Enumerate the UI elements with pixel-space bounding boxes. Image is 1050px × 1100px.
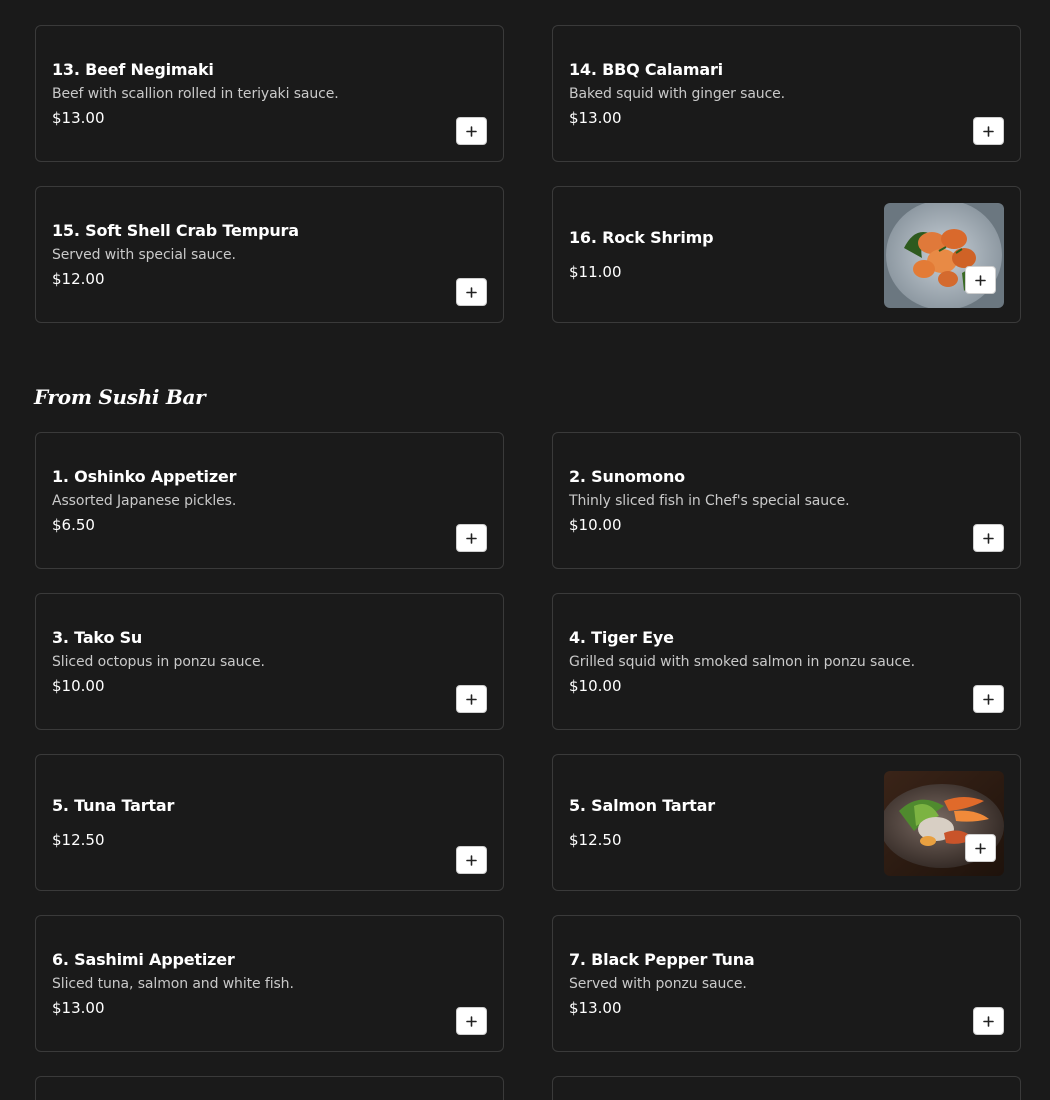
plus-icon (466, 1015, 477, 1027)
menu-item-card[interactable]: 2. Sunomono Thinly sliced fish in Chef's… (552, 432, 1021, 569)
menu-item-info: 6. Sashimi Appetizer Sliced tuna, salmon… (52, 916, 472, 1051)
plus-icon (466, 125, 477, 137)
menu-item-name: 13. Beef Negimaki (52, 59, 214, 79)
menu-item-price: $6.50 (52, 515, 95, 534)
plus-icon (983, 125, 994, 137)
plus-icon (983, 1015, 994, 1027)
menu-item-info: 2. Sunomono Thinly sliced fish in Chef's… (569, 433, 989, 568)
menu-item-description: Served with special sauce. (52, 246, 236, 263)
rock-shrimp-photo[interactable] (884, 203, 1004, 308)
plus-icon (466, 854, 477, 866)
menu-item-price: $12.00 (52, 269, 105, 288)
add-to-cart-button[interactable] (456, 1007, 487, 1035)
menu-item-info: 4. Tiger Eye Grilled squid with smoked s… (569, 594, 989, 729)
menu-item-price: $13.00 (569, 108, 622, 127)
menu-item-name: 7. Black Pepper Tuna (569, 949, 755, 969)
plus-icon (466, 286, 477, 298)
menu-item-description: Baked squid with ginger sauce. (569, 85, 786, 102)
section-title: From Sushi Bar (34, 385, 206, 409)
menu-item-info: 1. Oshinko Appetizer Assorted Japanese p… (52, 433, 472, 568)
menu-item-description: Assorted Japanese pickles. (52, 492, 237, 509)
plus-icon (983, 532, 994, 544)
menu-item-info: 5. Salmon Tartar $12.50 (569, 755, 869, 890)
menu-item-card[interactable]: 16. Rock Shrimp $11.00 (552, 186, 1021, 323)
menu-item-name: 3. Tako Su (52, 627, 143, 647)
menu-item-description: Sliced octopus in ponzu sauce. (52, 653, 265, 670)
menu-item-price: $13.00 (52, 108, 105, 127)
menu-item-info: 5. Tuna Tartar $12.50 (52, 755, 472, 890)
menu-item-card-partial[interactable] (552, 1076, 1021, 1100)
menu-item-card[interactable]: 5. Salmon Tartar $12.50 (552, 754, 1021, 891)
menu-item-name: 5. Tuna Tartar (52, 795, 175, 815)
menu-item-name: 16. Rock Shrimp (569, 227, 714, 247)
add-to-cart-button[interactable] (965, 266, 996, 294)
menu-item-card[interactable]: 13. Beef Negimaki Beef with scallion rol… (35, 25, 504, 162)
menu-item-card[interactable]: 14. BBQ Calamari Baked squid with ginger… (552, 25, 1021, 162)
add-to-cart-button[interactable] (456, 117, 487, 145)
menu-item-info: 13. Beef Negimaki Beef with scallion rol… (52, 26, 472, 161)
menu-item-description: Served with ponzu sauce. (569, 975, 747, 992)
plus-icon (466, 693, 477, 705)
menu-item-price: $10.00 (569, 676, 622, 695)
menu-item-description: Sliced tuna, salmon and white fish. (52, 975, 294, 992)
add-to-cart-button[interactable] (973, 1007, 1004, 1035)
plus-icon (983, 693, 994, 705)
menu-item-info: 14. BBQ Calamari Baked squid with ginger… (569, 26, 989, 161)
menu-item-price: $12.50 (569, 830, 622, 849)
menu-item-price: $10.00 (569, 515, 622, 534)
menu-item-card[interactable]: 15. Soft Shell Crab Tempura Served with … (35, 186, 504, 323)
plus-icon (466, 532, 477, 544)
add-to-cart-button[interactable] (965, 834, 996, 862)
menu-item-card[interactable]: 4. Tiger Eye Grilled squid with smoked s… (552, 593, 1021, 730)
plus-icon (975, 842, 986, 854)
add-to-cart-button[interactable] (973, 117, 1004, 145)
add-to-cart-button[interactable] (973, 685, 1004, 713)
plus-icon (975, 274, 986, 286)
menu-item-card[interactable]: 7. Black Pepper Tuna Served with ponzu s… (552, 915, 1021, 1052)
menu-item-card[interactable]: 1. Oshinko Appetizer Assorted Japanese p… (35, 432, 504, 569)
add-to-cart-button[interactable] (456, 685, 487, 713)
menu-item-description: Thinly sliced fish in Chef's special sau… (569, 492, 850, 509)
menu-item-price: $11.00 (569, 262, 622, 281)
menu-item-info: 16. Rock Shrimp $11.00 (569, 187, 869, 322)
menu-item-card[interactable]: 6. Sashimi Appetizer Sliced tuna, salmon… (35, 915, 504, 1052)
add-to-cart-button[interactable] (456, 278, 487, 306)
menu-item-card[interactable]: 3. Tako Su Sliced octopus in ponzu sauce… (35, 593, 504, 730)
salmon-tartar-photo[interactable] (884, 771, 1004, 876)
menu-item-card-partial[interactable] (35, 1076, 504, 1100)
add-to-cart-button[interactable] (456, 846, 487, 874)
menu-item-price: $10.00 (52, 676, 105, 695)
menu-item-name: 2. Sunomono (569, 466, 685, 486)
menu-item-price: $13.00 (569, 998, 622, 1017)
menu-item-info: 7. Black Pepper Tuna Served with ponzu s… (569, 916, 989, 1051)
menu-item-description: Grilled squid with smoked salmon in ponz… (569, 653, 915, 670)
menu-item-info: 15. Soft Shell Crab Tempura Served with … (52, 187, 472, 322)
add-to-cart-button[interactable] (973, 524, 1004, 552)
menu-item-price: $13.00 (52, 998, 105, 1017)
menu-item-card[interactable]: 5. Tuna Tartar $12.50 (35, 754, 504, 891)
menu-item-name: 1. Oshinko Appetizer (52, 466, 237, 486)
menu-item-name: 14. BBQ Calamari (569, 59, 723, 79)
menu-item-name: 5. Salmon Tartar (569, 795, 715, 815)
menu-item-name: 15. Soft Shell Crab Tempura (52, 220, 299, 240)
menu-item-name: 4. Tiger Eye (569, 627, 674, 647)
menu-item-info: 3. Tako Su Sliced octopus in ponzu sauce… (52, 594, 472, 729)
menu-item-name: 6. Sashimi Appetizer (52, 949, 235, 969)
menu-item-description: Beef with scallion rolled in teriyaki sa… (52, 85, 339, 102)
add-to-cart-button[interactable] (456, 524, 487, 552)
menu-item-price: $12.50 (52, 830, 105, 849)
